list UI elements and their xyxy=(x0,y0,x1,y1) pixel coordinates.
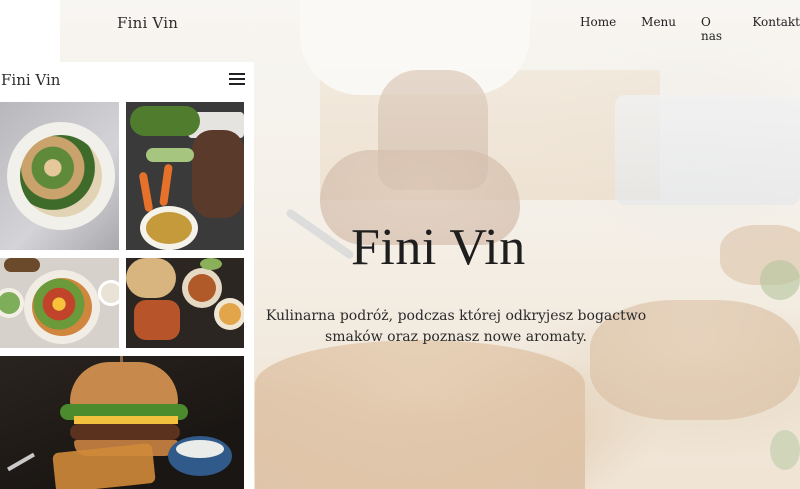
mobile-preview-panel: Fini Vin xyxy=(0,62,254,489)
nav-link-about[interactable]: O nas xyxy=(701,15,727,43)
nav-link-menu[interactable]: Menu xyxy=(641,15,676,43)
hero-title: Fini Vin xyxy=(351,219,526,276)
hamburger-menu-icon[interactable] xyxy=(229,72,245,86)
gallery-image-salad[interactable] xyxy=(0,102,119,250)
main-navigation: Home Menu O nas Kontakt xyxy=(580,15,800,43)
hero-subtitle-line-1: Kulinarna podróż, podczas której odkryje… xyxy=(265,308,647,324)
site-logo[interactable]: Fini Vin xyxy=(117,14,178,32)
hero-subtitle-line-2: smaków oraz poznasz nowe aromaty. xyxy=(325,329,587,345)
nav-link-contact[interactable]: Kontakt xyxy=(752,15,800,43)
nav-link-home[interactable]: Home xyxy=(580,15,616,43)
gallery-image-burger[interactable] xyxy=(0,356,244,489)
hero-subtitle: Kulinarna podróż, podczas której odkryje… xyxy=(256,306,656,348)
gallery-image-bowls[interactable] xyxy=(0,258,119,348)
header-white-block xyxy=(0,0,60,62)
gallery-image-curry[interactable] xyxy=(126,258,244,348)
mobile-site-logo[interactable]: Fini Vin xyxy=(1,71,60,89)
gallery-image-roast-vegetables[interactable] xyxy=(126,102,244,250)
